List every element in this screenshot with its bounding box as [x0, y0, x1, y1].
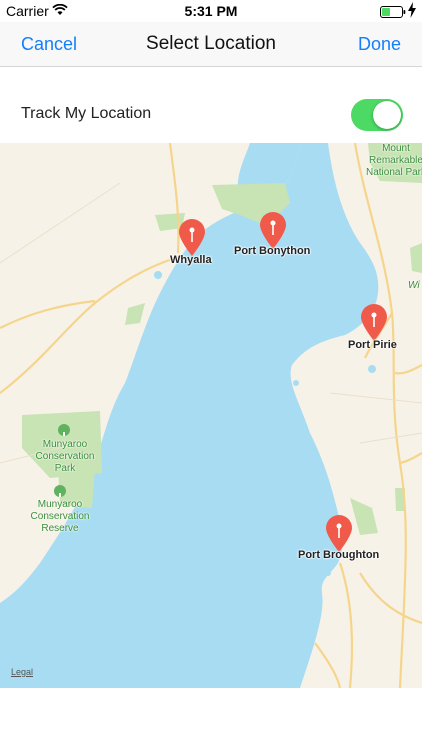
status-bar: Carrier 5:31 PM: [0, 0, 422, 22]
track-location-label: Track My Location: [21, 105, 152, 122]
battery-icon: [380, 5, 406, 21]
map-canvas: [0, 143, 422, 688]
town-label-port-pirie: Port Pirie: [348, 339, 397, 351]
track-location-row: Track My Location: [0, 67, 422, 143]
park-area: [410, 243, 422, 273]
pin-port-broughton[interactable]: [324, 514, 354, 554]
park-tree-icon: [54, 485, 66, 497]
town-label-port-broughton: Port Broughton: [298, 549, 380, 561]
done-button[interactable]: Done: [358, 22, 401, 66]
park-label-munyaroo-reserve: Munyaroo Conservation Reserve: [30, 499, 90, 534]
town-label-port-bonython: Port Bonython: [234, 245, 311, 257]
toggle-knob: [373, 101, 401, 129]
pin-port-pirie[interactable]: [359, 303, 389, 343]
track-location-toggle[interactable]: [351, 99, 403, 131]
charging-icon: [407, 2, 417, 21]
park-area: [350, 498, 378, 535]
bottom-blank-area: [0, 688, 422, 750]
park-area: [125, 303, 145, 325]
navigation-bar: Cancel Select Location Done: [0, 22, 422, 67]
park-label-munyaroo-park: Munyaroo Conservation Park: [35, 439, 95, 474]
park-label-mount-remarkable: Mount Remarkable National Park: [365, 143, 422, 178]
pin-whyalla[interactable]: [177, 218, 207, 258]
map-view[interactable]: Munyaroo Conservation Park Munyaroo Cons…: [0, 143, 422, 688]
map-legal-link[interactable]: Legal: [11, 667, 33, 677]
park-label-wi: Wi: [408, 280, 420, 291]
town-label-whyalla: Whyalla: [170, 254, 212, 266]
park-tree-icon: [58, 424, 70, 436]
status-time: 5:31 PM: [184, 3, 238, 19]
